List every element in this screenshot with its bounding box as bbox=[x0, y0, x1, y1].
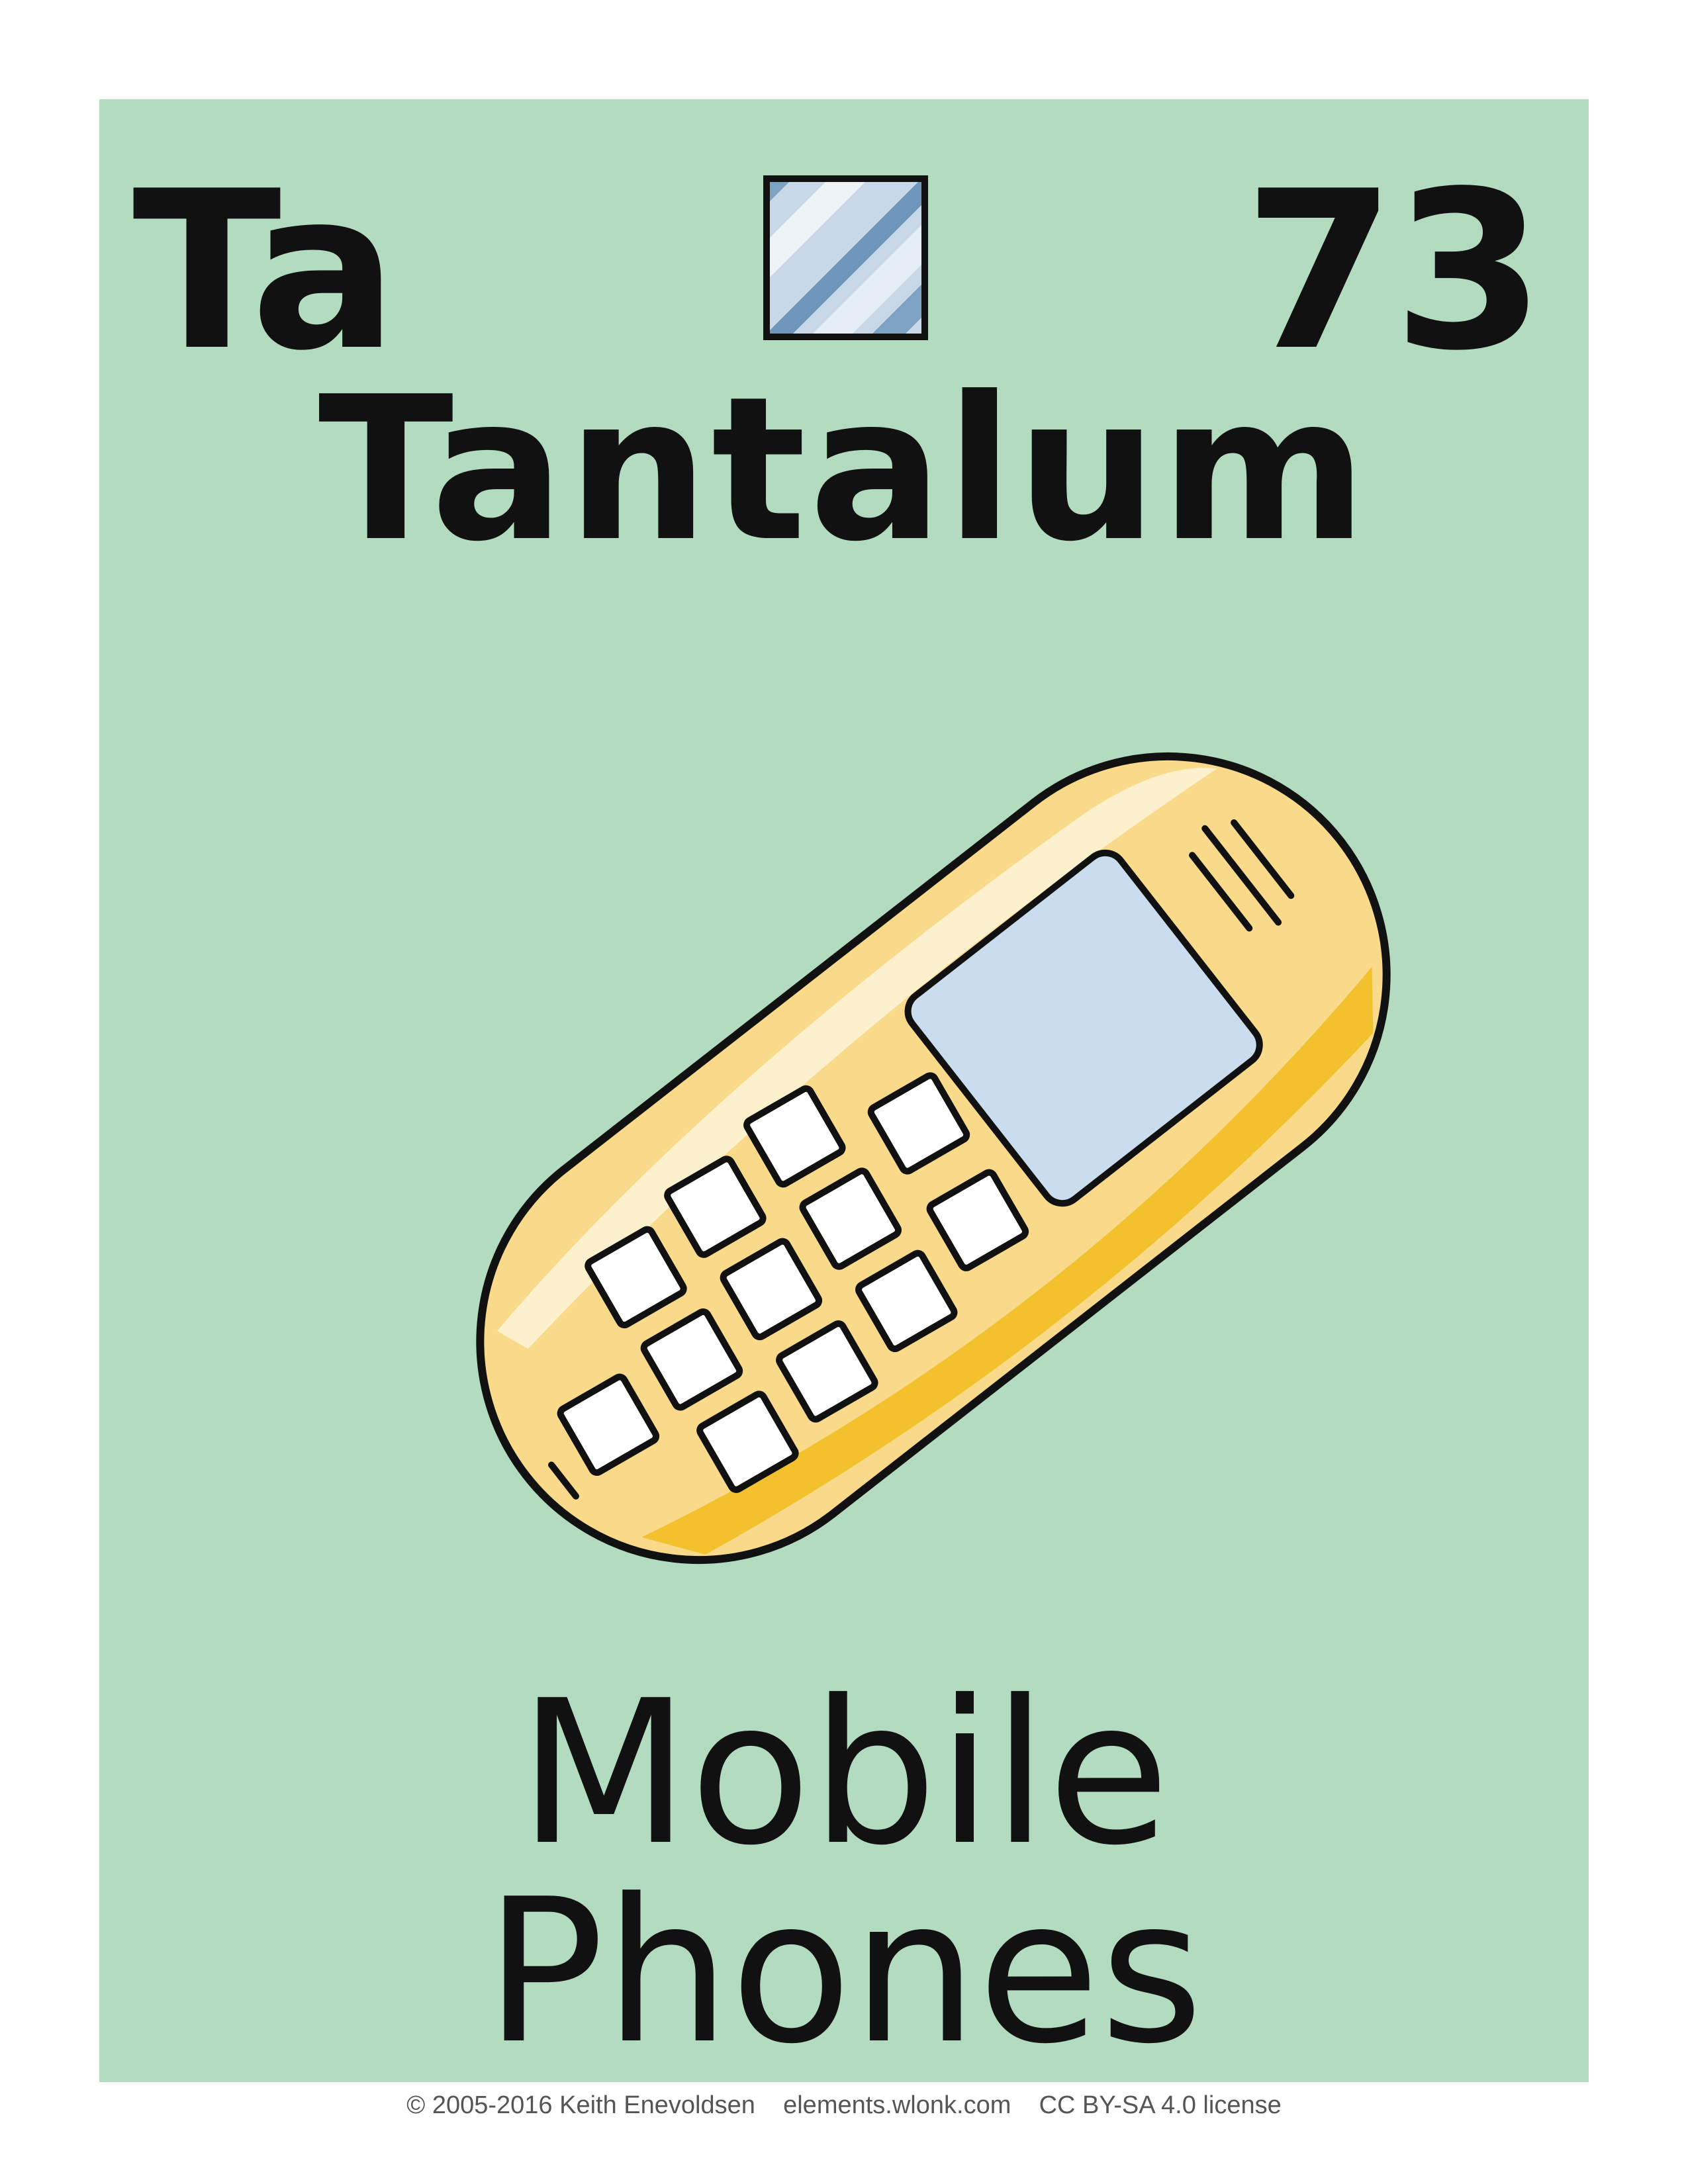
use-line-2: Phones bbox=[485, 1856, 1203, 2087]
use-line-1: Mobile bbox=[518, 1658, 1170, 1889]
element-use: Mobile Phones bbox=[99, 1674, 1589, 2071]
metal-swatch-icon bbox=[763, 175, 928, 340]
footer-license: CC BY-SA 4.0 license bbox=[1039, 2091, 1282, 2119]
element-name: Tantalum bbox=[318, 354, 1370, 585]
footer-site: elements.wlonk.com bbox=[783, 2091, 1011, 2119]
atomic-number: 73 bbox=[1243, 144, 1545, 398]
footer-credits: © 2005-2016 Keith Enevoldsen elements.wl… bbox=[0, 2091, 1688, 2120]
mobile-phone-icon bbox=[476, 752, 1391, 1565]
element-symbol: Ta bbox=[132, 144, 398, 398]
element-card: Ta 73 Tantalum Mobile Phones bbox=[99, 99, 1589, 2082]
footer-copyright: © 2005-2016 Keith Enevoldsen bbox=[406, 2091, 755, 2119]
